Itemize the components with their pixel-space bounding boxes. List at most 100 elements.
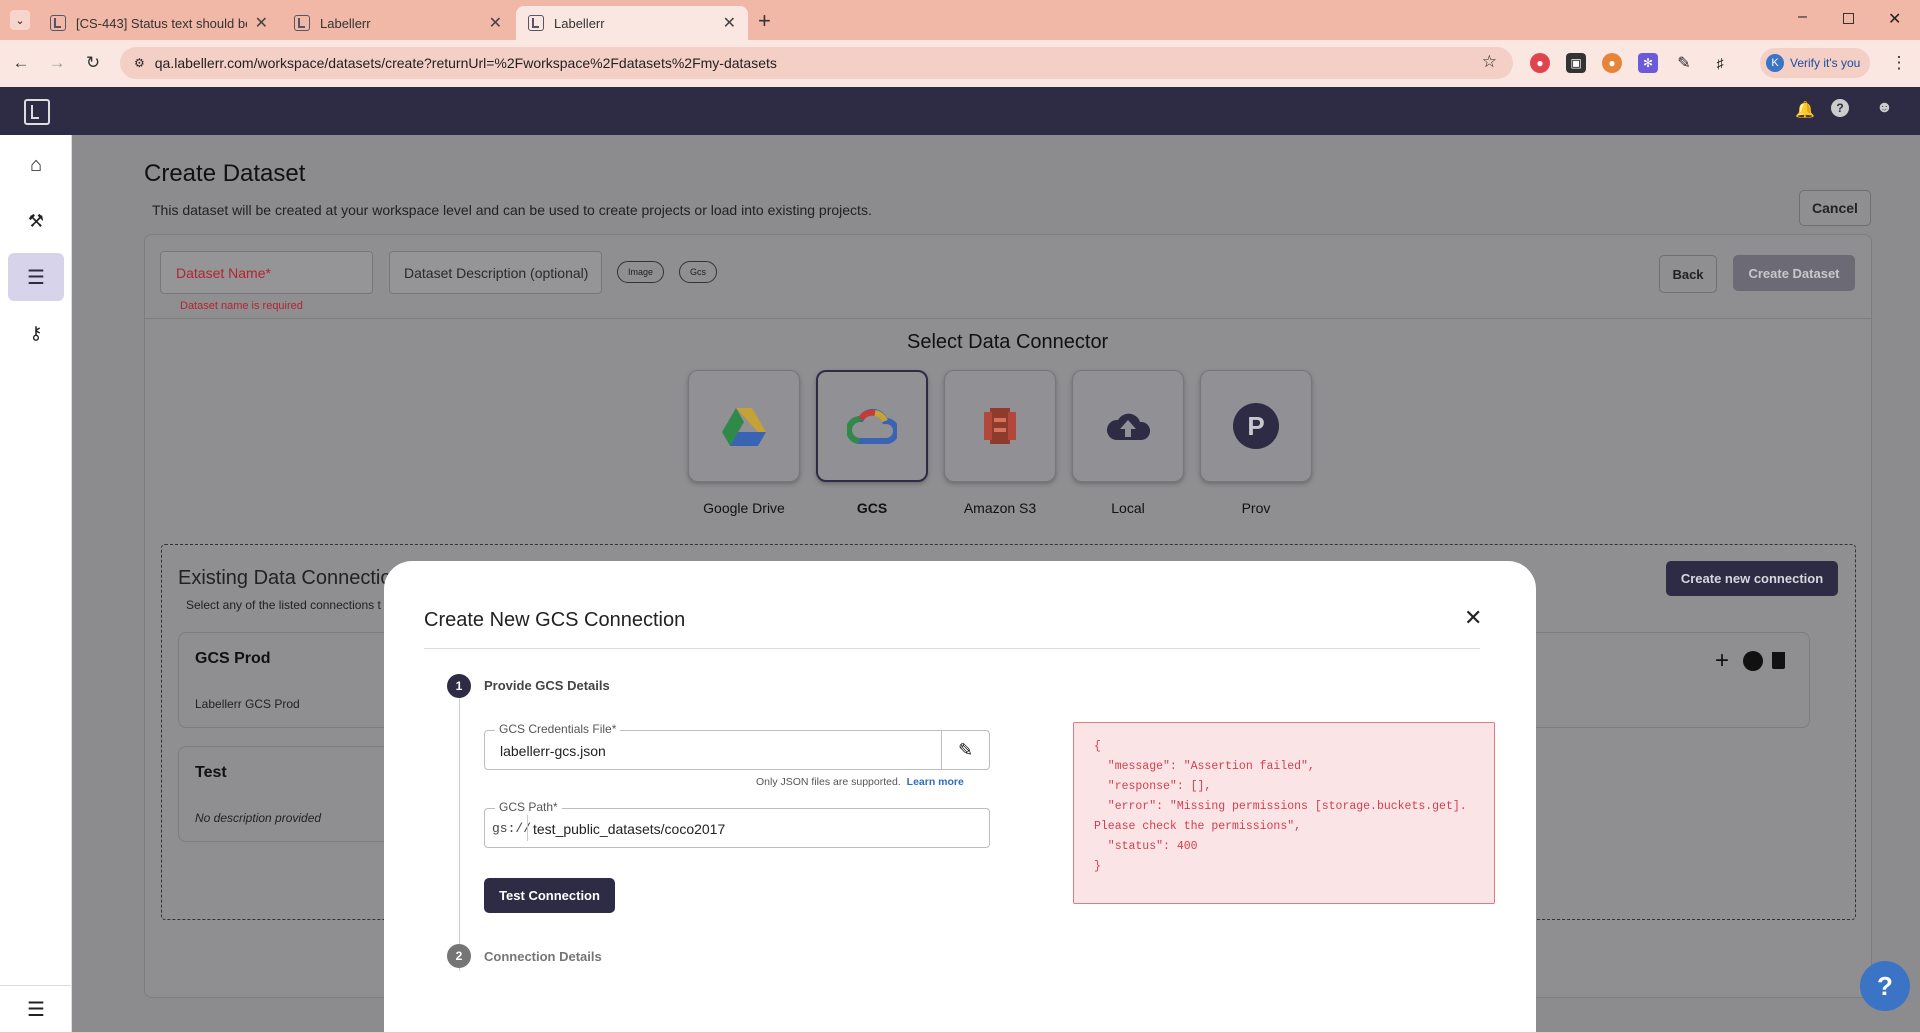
amazon-s3-icon [984, 408, 1016, 444]
browser-toolbar: ← → ↻ ⚙ qa.labellerr.com/workspace/datas… [0, 40, 1920, 87]
connection-name: GCS Prod [195, 650, 271, 667]
gcs-path-field[interactable]: GCS Path* gs:// test_public_datasets/coc… [484, 800, 990, 848]
user-circle-icon[interactable] [1743, 651, 1763, 671]
step-1-label: Provide GCS Details [484, 678, 610, 693]
browser-tab-strip: ⌄ [CS-443] Status text should be a ✕ Lab… [0, 0, 1920, 40]
profile-avatar: K [1766, 54, 1784, 72]
sidebar: ⌂ ⚒ ☰ ⚷ ☰ [0, 135, 72, 1032]
gcs-credentials-field[interactable]: GCS Credentials File* labellerr-gcs.json… [484, 722, 990, 770]
help-circle-icon[interactable]: ? [1831, 99, 1849, 117]
dataset-name-field[interactable]: Dataset Name* [160, 251, 373, 294]
labellerr-favicon-icon [528, 15, 544, 31]
tab-search-icon[interactable]: ⌄ [10, 10, 30, 30]
connector-amazon-s3[interactable] [944, 370, 1056, 482]
page-subtitle: This dataset will be created at your wor… [152, 202, 872, 218]
sidebar-item-datasets[interactable]: ☰ [8, 253, 64, 301]
jira-favicon-icon [50, 15, 66, 31]
connection-name: Test [195, 764, 227, 781]
gcs-path-prefix: gs:// [492, 821, 532, 836]
create-dataset-button[interactable]: Create Dataset [1733, 255, 1855, 291]
connector-label-local: Local [1111, 500, 1145, 516]
bookmark-star-icon[interactable]: ☆ [1482, 52, 1497, 72]
sidebar-menu-toggle[interactable]: ☰ [0, 985, 72, 1033]
menu-icon: ☰ [27, 999, 45, 1021]
json-note: Only JSON files are supported. Learn mor… [756, 776, 964, 788]
google-cloud-icon [847, 408, 897, 444]
delete-icon[interactable] [1772, 652, 1785, 669]
step-2-label: Connection Details [484, 949, 602, 964]
connection-description: Labellerr GCS Prod [195, 697, 300, 711]
extension-purple-icon[interactable]: ✻ [1638, 53, 1658, 73]
form-divider [145, 318, 1871, 319]
address-bar[interactable]: ⚙ qa.labellerr.com/workspace/datasets/cr… [120, 47, 1513, 79]
dataset-description-field[interactable]: Dataset Description (optional) [389, 251, 602, 294]
google-drive-icon [722, 408, 766, 446]
connector-label-gcs: GCS [856, 500, 888, 516]
site-info-icon[interactable]: ⚙ [134, 56, 145, 70]
connector-label-amazon-s3: Amazon S3 [963, 500, 1037, 516]
sidebar-item-keys[interactable]: ⚷ [8, 309, 64, 357]
step-2-indicator: 2 [447, 944, 471, 968]
add-icon[interactable]: + [1715, 647, 1729, 675]
back-button[interactable]: Back [1659, 255, 1717, 293]
gcs-path-value: test_public_datasets/coco2017 [533, 821, 726, 837]
account-settings-icon[interactable]: ☻ [1876, 99, 1893, 117]
help-fab-button[interactable]: ? [1860, 961, 1910, 1011]
existing-connections-subtitle: Select any of the listed connections t [186, 598, 381, 612]
extension-pen-icon[interactable]: ✎ [1674, 53, 1694, 73]
close-tab-icon[interactable]: ✕ [255, 13, 268, 33]
cancel-button[interactable]: Cancel [1799, 190, 1871, 226]
list-icon: ☰ [27, 266, 45, 289]
existing-connections-title: Existing Data Connectio [178, 567, 392, 589]
close-window-icon[interactable]: ✕ [1888, 9, 1901, 29]
edit-file-button[interactable]: ✎ [941, 731, 989, 769]
connector-gcs[interactable] [816, 370, 928, 482]
modal-title: Create New GCS Connection [424, 609, 686, 631]
url-text: qa.labellerr.com/workspace/datasets/crea… [154, 55, 777, 71]
back-arrow-icon[interactable]: ← [8, 50, 34, 76]
reload-icon[interactable]: ↻ [80, 50, 106, 76]
labellerr-logo[interactable] [24, 99, 50, 125]
modal-divider [424, 648, 1480, 649]
close-tab-icon[interactable]: ✕ [723, 13, 736, 33]
extension-orange-icon[interactable]: ● [1602, 53, 1622, 73]
notifications-icon[interactable]: 🔔 [1795, 100, 1815, 120]
sidebar-item-tools[interactable]: ⚒ [8, 197, 64, 245]
browser-tab-labellerr-1[interactable]: Labellerr ✕ [282, 6, 514, 40]
prefix-divider [527, 815, 528, 841]
extension-screen-icon[interactable]: ▣ [1566, 53, 1586, 73]
minimize-icon[interactable]: – [1798, 8, 1807, 26]
connection-description: No description provided [195, 811, 322, 825]
connector-local[interactable] [1072, 370, 1184, 482]
sidebar-item-home[interactable]: ⌂ [8, 141, 64, 189]
verify-profile-button[interactable]: K Verify it's you [1760, 48, 1870, 78]
extension-red-icon[interactable]: ● [1530, 53, 1550, 73]
browser-menu-icon[interactable]: ⋮ [1886, 50, 1912, 76]
home-icon: ⌂ [29, 153, 43, 176]
browser-tab-labellerr-2[interactable]: Labellerr ✕ [516, 6, 748, 40]
connector-google-drive[interactable] [688, 370, 800, 482]
new-tab-icon[interactable]: + [758, 8, 771, 34]
restore-icon[interactable] [1843, 13, 1854, 24]
dataset-name-error: Dataset name is required [180, 300, 303, 312]
learn-more-link[interactable]: Learn more [907, 776, 964, 788]
pencil-icon: ✎ [957, 739, 974, 760]
close-icon[interactable]: ✕ [1464, 605, 1482, 631]
connector-provider[interactable]: P [1200, 370, 1312, 482]
create-new-connection-button[interactable]: Create new connection [1666, 561, 1838, 596]
test-connection-button[interactable]: Test Connection [484, 878, 615, 913]
stepper-line [459, 686, 460, 971]
key-icon: ⚷ [29, 322, 43, 343]
close-tab-icon[interactable]: ✕ [489, 13, 502, 33]
provider-p-icon: P [1233, 403, 1279, 449]
cloud-upload-icon [1106, 413, 1151, 440]
chip-gcs: Gcs [679, 261, 717, 283]
connector-label-provider: Prov [1241, 500, 1271, 516]
credentials-value: labellerr-gcs.json [500, 743, 606, 759]
forward-arrow-icon[interactable]: → [44, 50, 70, 76]
select-connector-title: Select Data Connector [907, 331, 1109, 353]
page-title: Create Dataset [144, 160, 306, 187]
browser-tab-jira[interactable]: [CS-443] Status text should be a ✕ [38, 6, 280, 40]
connector-label-google-drive: Google Drive [703, 500, 785, 516]
extensions-puzzle-icon[interactable]: ♯ [1710, 53, 1730, 73]
